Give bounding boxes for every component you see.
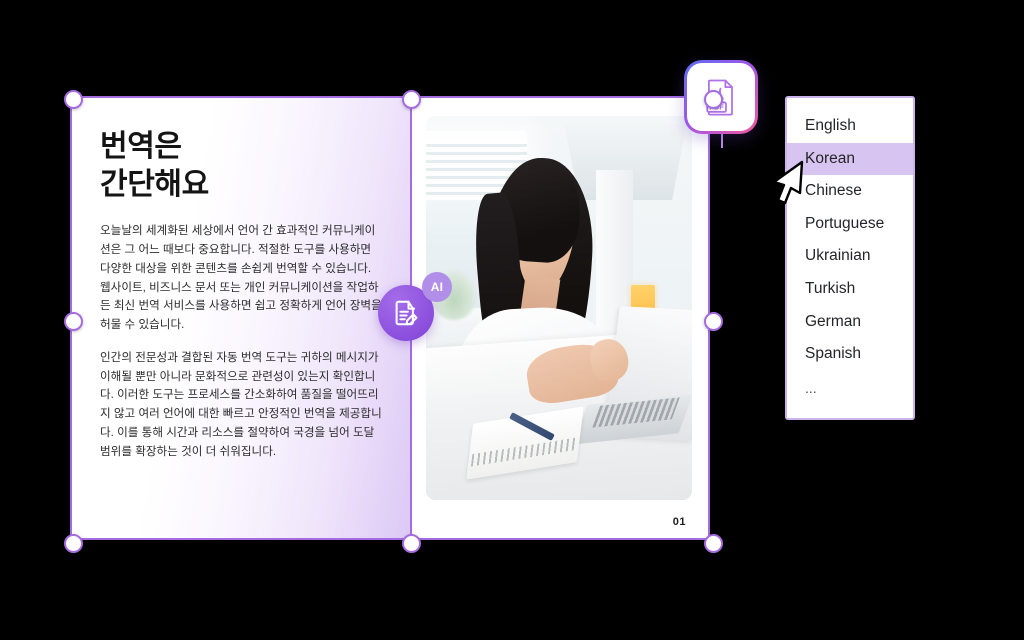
language-option-turkish[interactable]: Turkish <box>787 273 913 306</box>
resize-handle-bottom-middle[interactable] <box>402 534 421 553</box>
resize-handle-top-middle[interactable] <box>402 90 421 109</box>
page-number: 01 <box>672 516 686 528</box>
language-option-chinese[interactable]: Chinese <box>787 175 913 208</box>
ai-label: AI <box>430 280 444 294</box>
language-option-english[interactable]: English <box>787 110 913 143</box>
resize-handle-middle-left[interactable] <box>64 312 83 331</box>
language-option-ukrainian[interactable]: Ukrainian <box>787 240 913 273</box>
page-title: 번역은 간단해요 <box>100 130 209 202</box>
language-dropdown-menu[interactable]: English Korean Chinese Portuguese Ukrain… <box>785 96 915 420</box>
ai-label-bubble: AI <box>422 272 452 302</box>
language-option-portuguese[interactable]: Portuguese <box>787 208 913 241</box>
resize-handle-top-left[interactable] <box>64 90 83 109</box>
language-option-spanish[interactable]: Spanish <box>787 338 913 371</box>
resize-handle-middle-right[interactable] <box>704 312 723 331</box>
document-text-page[interactable]: 번역은 간단해요 오늘날의 세계화된 세상에서 언어 간 효과적인 커뮤니케이션… <box>72 98 410 538</box>
body-paragraph-1: 오늘날의 세계화된 세상에서 언어 간 효과적인 커뮤니케이션은 그 어느 때보… <box>100 224 382 332</box>
language-option-german[interactable]: German <box>787 306 913 339</box>
document-image-page[interactable]: 01 <box>410 98 708 538</box>
language-option-korean[interactable]: Korean <box>787 142 913 176</box>
resize-handle-bottom-left[interactable] <box>64 534 83 553</box>
canvas-stage: 번역은 간단해요 오늘날의 세계화된 세상에서 언어 간 효과적인 커뮤니케이션… <box>0 0 1024 640</box>
woman-at-laptop-photo <box>426 116 692 500</box>
resize-handle-bottom-right[interactable] <box>704 534 723 553</box>
resize-handle-top-right[interactable] <box>704 90 723 109</box>
language-option-more[interactable]: ... <box>787 371 913 404</box>
body-paragraph-2: 인간의 전문성과 결합된 자동 번역 도구는 귀하의 메시지가 이해될 뿐만 아… <box>100 350 382 458</box>
ai-translate-badge[interactable]: AI <box>378 272 452 342</box>
